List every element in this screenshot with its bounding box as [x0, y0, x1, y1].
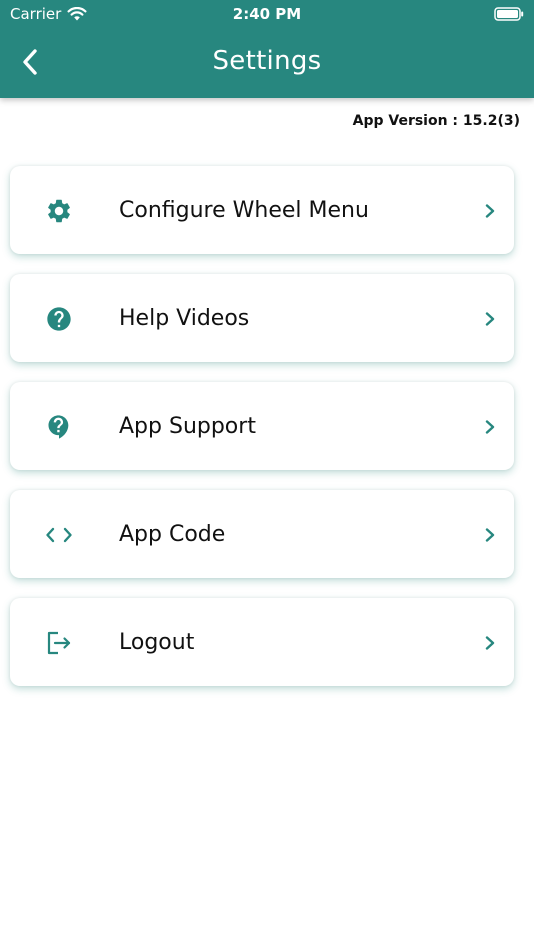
menu-item-label: Configure Wheel Menu: [119, 198, 369, 223]
chevron-right-icon: [484, 528, 496, 542]
chevron-right-icon: [484, 636, 496, 650]
menu-item-configure-wheel-menu[interactable]: Configure Wheel Menu: [10, 166, 514, 254]
chevron-right-icon: [484, 204, 496, 218]
menu-item-app-code[interactable]: App Code: [10, 490, 514, 578]
menu-item-logout[interactable]: Logout: [10, 598, 514, 686]
help-circle-icon: [44, 304, 74, 334]
settings-screen: Carrier 2:40 PM Settings App Version: 1…: [0, 0, 534, 950]
logout-icon: [44, 628, 74, 658]
status-time: 2:40 PM: [232, 5, 302, 23]
settings-menu: Configure Wheel Menu Help Videos App Sup…: [10, 166, 514, 706]
code-icon: [44, 520, 74, 550]
chevron-right-icon: [484, 312, 496, 326]
chevron-right-icon: [484, 420, 496, 434]
menu-item-help-videos[interactable]: Help Videos: [10, 274, 514, 362]
menu-item-label: App Code: [119, 522, 226, 547]
menu-item-label: Help Videos: [119, 306, 250, 331]
battery-icon: [494, 6, 524, 25]
help-bubble-icon: [44, 412, 74, 442]
page-title: Settings: [212, 46, 322, 76]
menu-item-label: Logout: [119, 630, 195, 655]
app-version-label: App Version : 15.2(3): [352, 113, 520, 129]
menu-item-label: App Support: [119, 414, 256, 439]
menu-item-app-support[interactable]: App Support: [10, 382, 514, 470]
app-header: Carrier 2:40 PM Settings: [0, 0, 534, 98]
status-bar: Carrier 2:40 PM: [0, 0, 534, 28]
gear-icon: [44, 196, 74, 226]
